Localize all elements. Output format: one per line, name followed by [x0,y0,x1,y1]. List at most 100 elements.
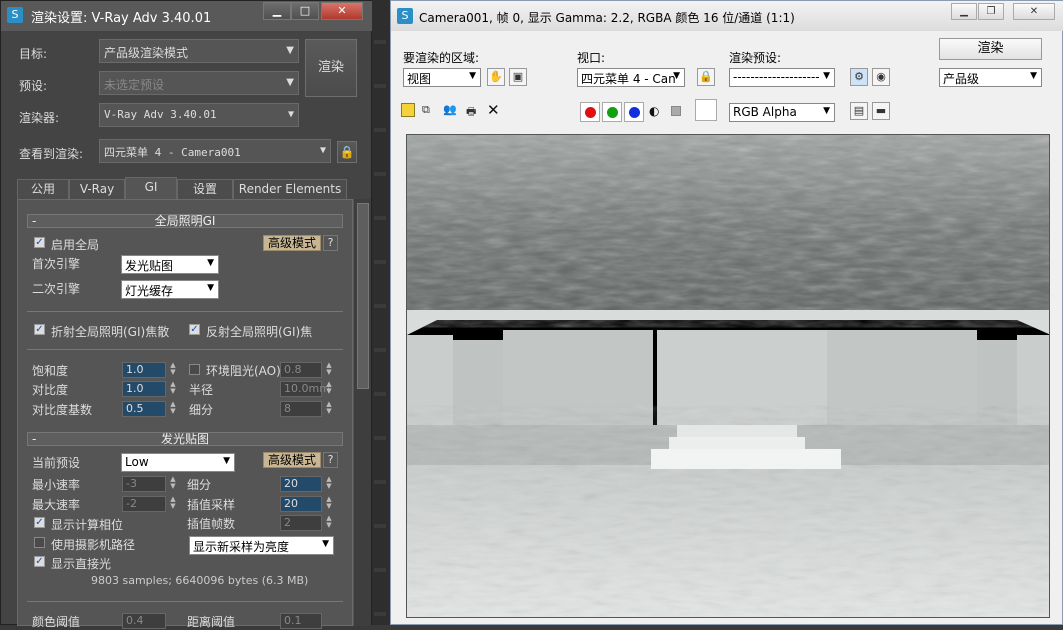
spinner-arrows-icon[interactable]: ▲ ▼ [323,496,335,512]
contrast-spinner[interactable]: 1.0 ▲ ▼ [122,381,176,397]
ao-checkbox[interactable]: ✓ [189,364,200,375]
reflective-caustics-checkbox[interactable]: ✓ [189,324,200,335]
copy-image-icon[interactable]: ⧉ [422,103,436,117]
primary-engine-label: 首次引擎 [32,257,81,271]
render-setup-titlebar[interactable]: S 渲染设置: V-Ray Adv 3.40.01 ▁ □ ✕ [1,1,373,31]
chevron-down-icon: ▼ [823,71,830,81]
spinner-arrows-icon[interactable]: ▲ ▼ [167,496,179,512]
print-icon[interactable]: 🖶 [466,103,480,118]
spinner-arrows-icon[interactable]: ▲ ▼ [167,381,179,397]
show-direct-light-checkbox[interactable]: ✓ [34,556,45,567]
green-channel-toggle[interactable] [602,102,622,122]
red-channel-toggle[interactable] [580,102,600,122]
gi-rollout-header[interactable]: - 全局照明GI [27,214,343,228]
irradiance-rollout-header[interactable]: - 发光贴图 [27,432,343,446]
blue-channel-toggle[interactable] [624,102,644,122]
enable-gi-checkbox[interactable]: ✓ [34,237,45,248]
spinner-arrows-icon[interactable]: ▲ ▼ [167,401,179,417]
min-rate-spinner[interactable]: -3 ▲ ▼ [122,476,176,492]
irradiance-help-button[interactable]: ? [323,452,338,468]
frame-buffer-window: S Camera001, 帧 0, 显示 Gamma: 2.2, RGBA 颜色… [390,0,1063,625]
spinner-arrows-icon[interactable]: ▲ ▼ [323,476,335,492]
render-setup-icon[interactable]: ⚙ [850,68,868,86]
auto-region-icon[interactable]: ▣ [509,68,527,86]
tab-settings[interactable]: 设置 [177,179,233,200]
render-preset-dropdown[interactable]: -------------------- ▼ [729,68,835,87]
view-to-render-dropdown[interactable]: 四元菜单 4 - Camera001 ▼ [99,139,331,163]
primary-engine-dropdown[interactable]: 发光贴图 ▼ [121,255,219,274]
ao-spinner[interactable]: 0.8 ▲ ▼ [280,362,332,378]
current-preset-dropdown[interactable]: Low ▼ [121,453,235,472]
restore-button[interactable]: ❐ [978,3,1004,20]
tab-gi[interactable]: GI [125,177,177,200]
save-image-icon[interactable] [401,103,415,117]
secondary-engine-dropdown[interactable]: 灯光缓存 ▼ [121,280,219,299]
gi-help-button[interactable]: ? [323,235,338,251]
render-button[interactable]: 渲染 [305,39,357,97]
render-preset-label: 渲染预设: [729,51,782,65]
environment-icon[interactable]: ◉ [872,68,890,86]
renderer-dropdown[interactable]: V-Ray Adv 3.40.01 ▼ [99,103,299,127]
dist-threshold-spinner[interactable]: 0.1 [280,613,322,629]
close-button[interactable]: ✕ [321,2,363,20]
show-calc-phase-checkbox[interactable]: ✓ [34,517,45,528]
spinner-arrows-icon[interactable]: ▲ ▼ [323,362,335,378]
maximize-button[interactable]: □ [291,2,319,20]
spinner-arrows-icon[interactable]: ▲ ▼ [323,401,335,417]
tab-render-elements[interactable]: Render Elements [233,179,347,200]
render-quality-dropdown[interactable]: 产品级 ▼ [939,68,1042,87]
spinner-arrows-icon[interactable]: ▲ ▼ [167,476,179,492]
saturation-spinner[interactable]: 1.0 ▲ ▼ [122,362,176,378]
target-dropdown[interactable]: 产品级渲染模式 ▼ [99,39,299,63]
show-samples-mode-dropdown[interactable]: 显示新采样为亮度 ▼ [189,536,334,555]
ao-label: 环境阻光(AO) [206,364,281,378]
gi-rollout-title: 全局照明GI [154,214,216,228]
target-value: 产品级渲染模式 [104,46,189,60]
viewport-dropdown[interactable]: 四元菜单 4 - Can ▼ [577,68,685,87]
window-title: 渲染设置: V-Ray Adv 3.40.01 [31,11,212,26]
interp-samples-spinner[interactable]: 20 ▲ ▼ [280,496,332,512]
lock-icon[interactable]: 🔒 [337,141,357,163]
tab-common[interactable]: 公用 [17,179,69,200]
close-button[interactable]: ✕ [1013,3,1055,20]
alpha-toggle-icon[interactable]: ◐ [649,104,663,118]
spinner-arrows-icon[interactable]: ▲ ▼ [323,381,335,397]
irradiance-subdivs-spinner[interactable]: 20 ▲ ▼ [280,476,332,492]
refractive-caustics-checkbox[interactable]: ✓ [34,324,45,335]
color-threshold-label: 颜色阈值 [32,615,81,629]
irradiance-stats: 9803 samples; 6640096 bytes (6.3 MB) [91,574,309,587]
channel-dropdown[interactable]: RGB Alpha ▼ [729,103,835,122]
monochrome-icon[interactable] [671,106,681,116]
irradiance-advanced-mode-button[interactable]: 高级模式 [263,452,321,468]
lock-icon[interactable]: 🔒 [697,68,715,86]
minimize-button[interactable]: ▁ [951,3,977,20]
background-color-swatch[interactable] [695,99,717,121]
clone-window-icon[interactable]: 👥 [443,103,459,117]
frame-buffer-titlebar[interactable]: S Camera001, 帧 0, 显示 Gamma: 2.2, RGBA 颜色… [391,1,1063,31]
radius-spinner[interactable]: 10.0mm ▲ ▼ [280,381,332,397]
display-window-icon[interactable]: ▬ [872,102,890,120]
scrollbar-thumb[interactable] [357,203,369,389]
spinner-arrows-icon[interactable]: ▲ ▼ [323,515,335,531]
contrast-value: 1.0 [126,382,144,395]
area-to-render-dropdown[interactable]: 视图 ▼ [403,68,481,87]
ao-subdivs-spinner[interactable]: 8 ▲ ▼ [280,401,332,417]
tab-vray[interactable]: V-Ray [69,179,125,200]
fb-render-button[interactable]: 渲染 [939,38,1042,60]
max-rate-spinner[interactable]: -2 ▲ ▼ [122,496,176,512]
vertical-scrollbar[interactable] [353,199,371,626]
color-threshold-spinner[interactable]: 0.4 [122,613,166,629]
spinner-arrows-icon[interactable]: ▲ ▼ [167,362,179,378]
minimize-button[interactable]: ▁ [263,2,291,20]
edit-region-icon[interactable]: ✋ [487,68,505,86]
chevron-down-icon: ▼ [207,258,214,268]
clear-icon[interactable]: ✕ [487,101,501,119]
info-panel-icon[interactable]: ▤ [850,102,868,120]
preset-label: 预设: [19,79,48,93]
gi-advanced-mode-button[interactable]: 高级模式 [263,235,321,251]
interp-frames-spinner[interactable]: 2 ▲ ▼ [280,515,332,531]
viewport-label: 视口: [577,51,606,65]
preset-dropdown[interactable]: 未选定预设 ▼ [99,71,299,95]
contrast-base-spinner[interactable]: 0.5 ▲ ▼ [122,401,176,417]
use-camera-path-checkbox[interactable]: ✓ [34,537,45,548]
